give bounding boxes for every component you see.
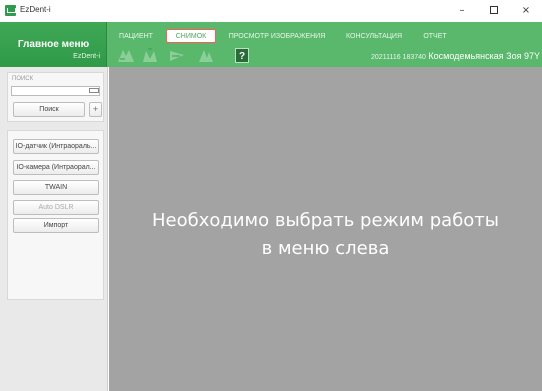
patient-name: Космодемьянская Зоя 97Y [428,51,540,61]
close-button[interactable]: × [510,1,542,21]
module-tabs: ПАЦИЕНТ СНИМОК ПРОСМОТР ИЗОБРАЖЕНИЯ КОНС… [108,22,542,44]
mode-auto-dslr-button[interactable]: Auto DSLR [13,200,99,215]
search-button[interactable]: Поиск [13,102,85,117]
app-header: Главное меню EzDent-i ПАЦИЕНТ СНИМОК ПРО… [0,22,542,67]
title-bar: EzDent-i – × [0,0,542,22]
maximize-button[interactable] [478,1,510,21]
help-icon[interactable]: ? [235,48,249,63]
add-button[interactable]: + [89,102,102,117]
patient-id: 20211116 183740 [371,54,426,61]
mode-import-button[interactable]: Импорт [13,218,99,233]
tab-patient[interactable]: ПАЦИЕНТ [108,30,164,44]
app-logo-icon [5,5,16,16]
tab-capture[interactable]: СНИМОК [166,29,216,43]
search-input[interactable] [11,86,100,96]
minimize-button[interactable]: – [446,1,478,21]
search-panel: ПОИСК Поиск + [7,72,104,122]
search-title: ПОИСК [12,76,34,82]
app-window: EzDent-i – × Главное меню EzDent-i ПАЦИЕ… [0,0,542,391]
main-menu-subtitle: EzDent-i [73,53,100,60]
capture-mode-panel: IO-датчик (Интраораль... IO-камера (Интр… [7,130,104,300]
tooth-scan-icon[interactable] [140,47,160,64]
message-line-2: в меню слева [261,238,390,259]
tab-consultation[interactable]: КОНСУЛЬТАЦИЯ [338,30,410,44]
sidebar: ПОИСК Поиск + IO-датчик (Интраораль... I… [0,67,108,391]
mode-io-sensor-button[interactable]: IO-датчик (Интраораль... [13,139,99,154]
tooth-scan-icon[interactable] [116,47,136,64]
window-title: EzDent-i [20,5,51,14]
main-menu-title: Главное меню [17,39,90,50]
tooth-scan-icon[interactable] [168,47,188,64]
keyboard-icon[interactable] [89,88,99,93]
mode-io-camera-button[interactable]: IO-камера (Интраорал... [13,160,99,175]
tab-report[interactable]: ОТЧЕТ [414,30,456,44]
main-menu-button[interactable]: Главное меню EzDent-i [0,22,107,67]
main-content: Необходимо выбрать режим работы в меню с… [109,67,542,391]
capture-toolbar: ? 20211116 183740 Космодемьянская Зоя 97… [108,45,542,67]
maximize-icon [490,6,498,14]
mode-twain-button[interactable]: TWAIN [13,180,99,195]
tab-image-view[interactable]: ПРОСМОТР ИЗОБРАЖЕНИЯ [220,30,334,44]
message-line-1: Необходимо выбрать режим работы [151,210,500,231]
empty-state-message: Необходимо выбрать режим работы в меню с… [109,207,542,263]
patient-info: 20211116 183740 Космодемьянская Зоя 97Y [371,51,540,61]
tooth-scan-icon[interactable] [196,47,216,64]
